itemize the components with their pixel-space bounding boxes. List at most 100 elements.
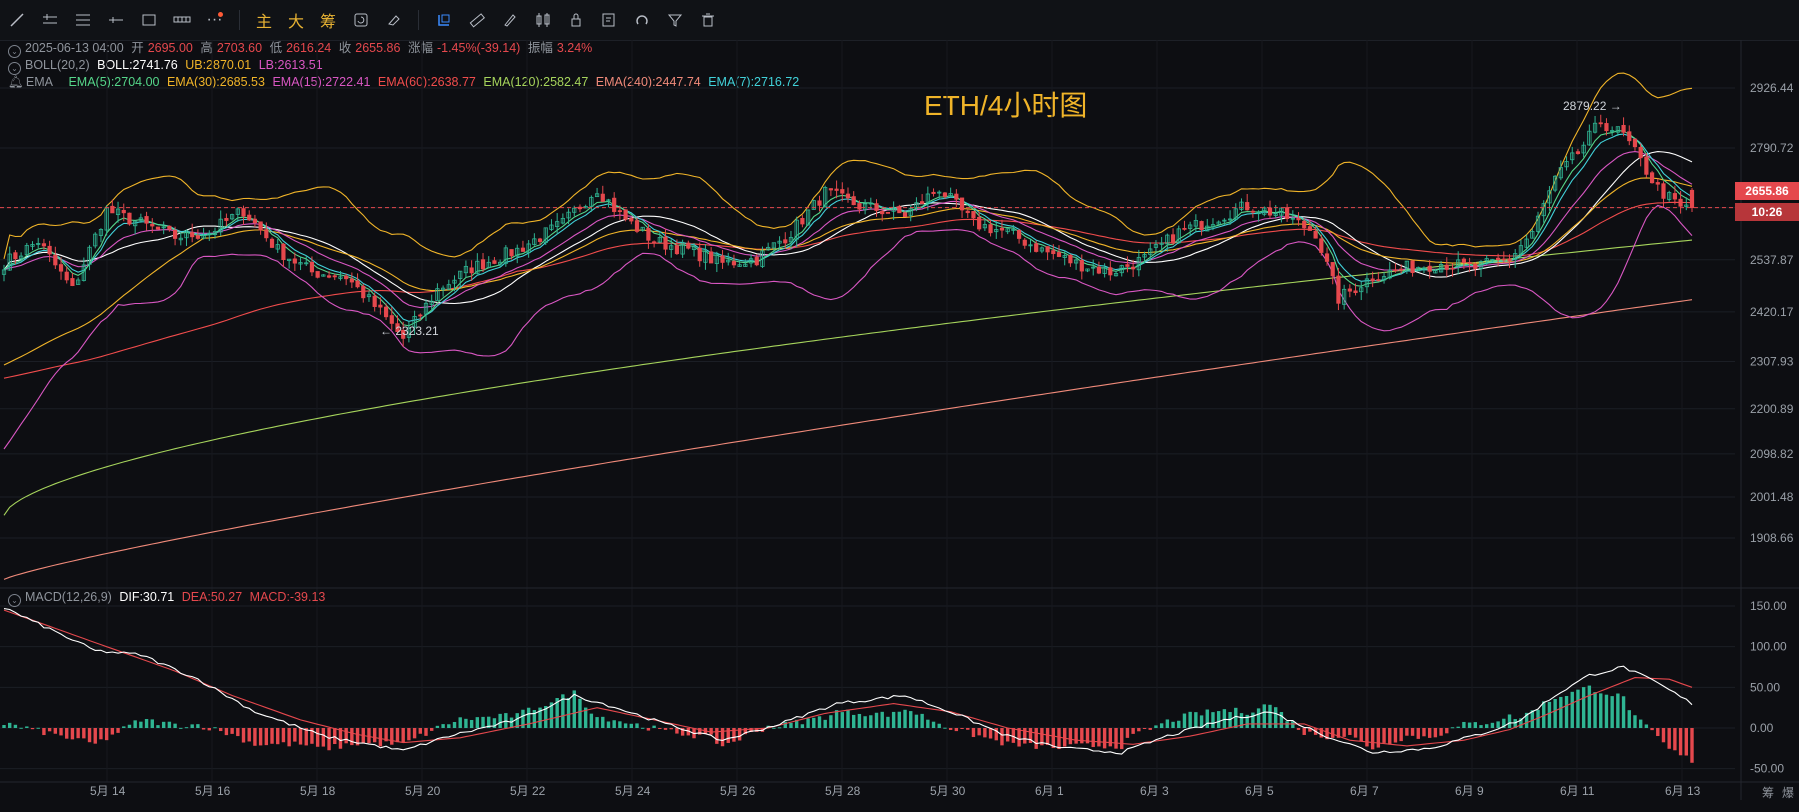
macd-histogram-bar <box>42 728 46 736</box>
macd-histogram-bar <box>1427 728 1432 738</box>
macd-histogram-bar <box>1348 728 1352 735</box>
parallel-lines-icon[interactable] <box>33 0 66 40</box>
macd-axis-label: -50.00 <box>1750 762 1784 776</box>
chips-button[interactable]: 筹 <box>312 0 344 40</box>
burst-corner-label[interactable]: 爆 <box>1782 784 1794 801</box>
macd-histogram-bar <box>1678 728 1683 756</box>
macd-dea-value: DEA:50.27 <box>181 590 243 604</box>
time-axis-label: 6月 9 <box>1455 784 1484 798</box>
boll-upper-line <box>3 72 1693 260</box>
select-icon[interactable] <box>427 0 460 40</box>
macd-histogram-bar <box>1353 728 1358 738</box>
macd-histogram-bar <box>1553 698 1557 728</box>
macd-histogram-bar <box>669 728 673 730</box>
macd-histogram-bar <box>1462 721 1466 728</box>
candle-body <box>1336 275 1341 304</box>
candle-body <box>902 212 908 218</box>
time-axis-label: 5月 26 <box>720 784 756 798</box>
macd-histogram-bar <box>1137 728 1141 732</box>
macd-histogram-bar <box>1102 728 1107 749</box>
macd-histogram-bar <box>857 713 862 728</box>
time-axis-label: 6月 3 <box>1140 784 1169 798</box>
macd-axis-label: 150.00 <box>1750 599 1787 613</box>
macd-histogram-bar <box>663 728 668 730</box>
macd-histogram-bar <box>1433 728 1438 738</box>
macd-histogram-bar <box>230 728 234 734</box>
horizontal-ray-icon[interactable] <box>99 0 132 40</box>
macd-histogram-bar <box>977 728 981 736</box>
ema60-line <box>3 201 1693 379</box>
eraser-icon[interactable] <box>377 0 410 40</box>
candle-body <box>1182 227 1187 230</box>
magnet-icon[interactable] <box>625 0 658 40</box>
macd-histogram-bar <box>629 723 633 728</box>
candle-body <box>418 314 423 317</box>
candle-body <box>1022 239 1027 246</box>
macd-histogram-bar <box>481 716 485 728</box>
trend-line-icon[interactable] <box>0 0 33 40</box>
macd-histogram-bar <box>618 721 622 728</box>
macd-histogram-bar <box>526 707 531 728</box>
time-axis-label: 5月 30 <box>930 784 966 798</box>
candle-body <box>172 229 178 239</box>
macd-histogram-bar <box>281 728 286 743</box>
candle-body <box>1427 265 1432 272</box>
candle-body <box>977 216 982 230</box>
candle-body <box>520 247 526 252</box>
candle-type-icon[interactable] <box>526 0 559 40</box>
time-axis-label: 5月 18 <box>300 784 336 798</box>
ruler-icon[interactable] <box>460 0 493 40</box>
macd-axis-label: 0.00 <box>1750 721 1774 735</box>
pen-icon[interactable] <box>493 0 526 40</box>
macd-histogram-bar <box>1222 709 1227 728</box>
macd-histogram-bar <box>104 728 109 741</box>
macd-histogram-bar <box>298 728 303 745</box>
edit-icon[interactable] <box>592 0 625 40</box>
macd-histogram-bar <box>1667 728 1671 749</box>
pattern-icon[interactable] <box>165 0 198 40</box>
macd-histogram-bar <box>509 717 514 728</box>
candle-body <box>629 218 634 222</box>
filter-icon[interactable] <box>658 0 691 40</box>
macd-histogram-bar <box>430 728 434 731</box>
macd-histogram-bar <box>1547 701 1552 728</box>
price-chart[interactable]: 2926.44 2790.72 2537.87 2420.17 2307.93 2200.… <box>0 40 1799 812</box>
candle-body <box>663 236 668 250</box>
main-indicator-button[interactable]: 主 <box>248 0 280 40</box>
candle-body <box>64 271 69 281</box>
macd-histogram-bar <box>338 728 343 749</box>
lock-icon[interactable] <box>559 0 592 40</box>
candle-body <box>264 229 269 239</box>
macd-histogram-bar <box>1439 728 1443 736</box>
macd-histogram-bar <box>13 724 18 728</box>
candle-body <box>1649 172 1655 184</box>
collapse-icon[interactable]: ⌄ <box>8 594 21 607</box>
macd-histogram-bar <box>874 712 879 728</box>
macd-histogram-bar <box>1399 728 1403 742</box>
macd-histogram-bar <box>1388 728 1392 745</box>
more-icon[interactable]: ··· <box>198 0 231 40</box>
candle-body <box>1307 226 1313 231</box>
macd-histogram-bar <box>253 728 257 746</box>
replay-icon[interactable] <box>344 0 377 40</box>
candle-body <box>959 197 965 211</box>
horizontal-lines-icon[interactable] <box>66 0 99 40</box>
macd-histogram-bar <box>219 728 223 732</box>
candle-body <box>224 218 229 221</box>
trash-icon[interactable] <box>691 0 724 40</box>
macd-histogram-bar <box>886 716 890 728</box>
macd-histogram-bar <box>840 712 844 728</box>
candle-body <box>258 221 263 231</box>
candle-body <box>600 193 605 202</box>
macd-histogram-bar <box>909 711 913 728</box>
price-axis-label: 2790.72 <box>1750 141 1794 155</box>
candle-body <box>1575 151 1581 154</box>
rectangle-icon[interactable] <box>132 0 165 40</box>
macd-histogram-bar <box>1034 728 1038 749</box>
candle-body <box>1068 254 1073 264</box>
macd-histogram-bar <box>293 728 297 742</box>
candle-body <box>1170 234 1176 244</box>
large-order-button[interactable]: 大 <box>280 0 312 40</box>
chips-corner-label[interactable]: 筹 <box>1762 784 1774 801</box>
candle-body <box>1393 269 1398 272</box>
